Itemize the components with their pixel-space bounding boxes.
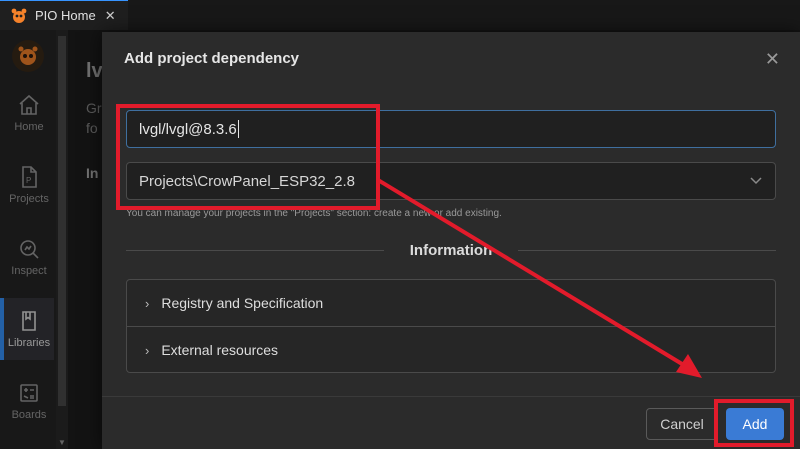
close-icon[interactable]: ✕ [765,49,780,70]
accordion-external-resources[interactable]: › External resources [127,327,775,373]
tab-bar: PIO Home ✕ [0,0,800,30]
cancel-button[interactable]: Cancel [646,408,718,440]
chevron-right-icon: › [145,342,150,358]
annotation-highlight-add [714,399,794,447]
annotation-highlight-inputs [116,104,380,210]
divider-line-right [518,250,776,251]
tab-close-icon[interactable]: ✕ [105,8,116,24]
accordion-label: External resources [161,342,279,358]
chevron-right-icon: › [145,295,150,311]
dialog-footer-divider [102,396,800,397]
chevron-down-icon [749,173,763,191]
dialog-title: Add project dependency [124,50,300,67]
accordion-label: Registry and Specification [161,295,324,311]
add-dependency-dialog: Add project dependency ✕ lvgl/lvgl@8.3.6… [102,32,800,449]
information-accordion: › Registry and Specification › External … [126,279,776,373]
information-divider: Information [126,239,776,263]
tab-pio-home[interactable]: PIO Home ✕ [0,0,128,30]
accordion-registry[interactable]: › Registry and Specification [127,280,775,326]
platformio-logo-icon [10,7,28,25]
tab-title: PIO Home [35,8,96,23]
